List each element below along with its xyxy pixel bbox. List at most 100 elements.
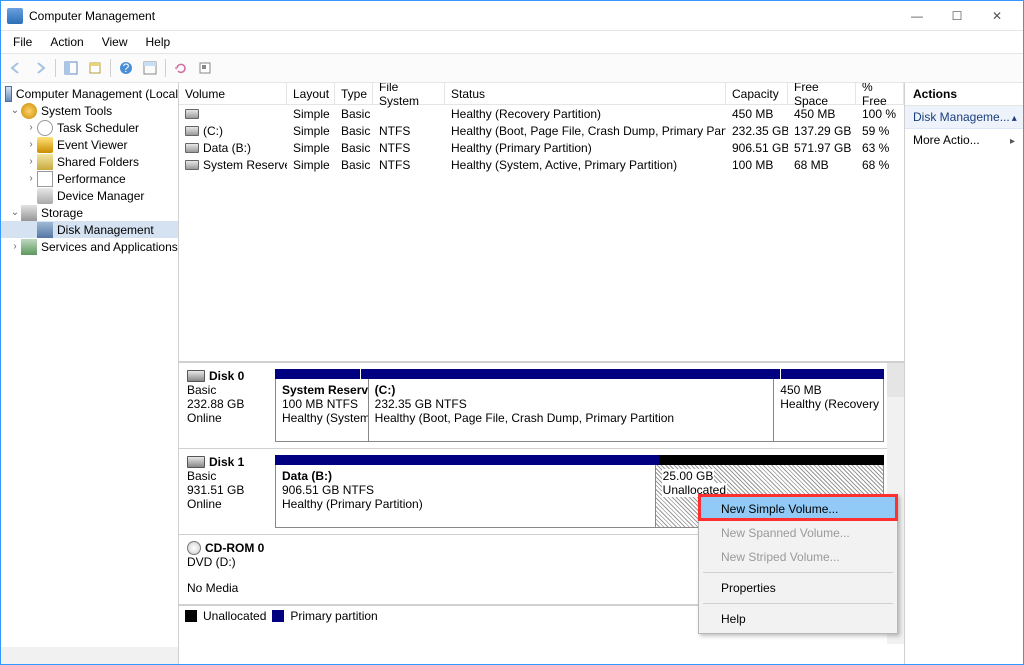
tree-root[interactable]: Computer Management (Local <box>1 85 178 102</box>
tree-disk-management[interactable]: Disk Management <box>1 221 178 238</box>
expand-icon[interactable]: › <box>25 156 37 167</box>
partition-c[interactable]: (C:)232.35 GB NTFSHealthy (Boot, Page Fi… <box>369 379 775 441</box>
part-name: Data (B:) <box>282 469 649 483</box>
close-button[interactable]: ✕ <box>977 2 1017 30</box>
disk-label[interactable]: Disk 0 Basic 232.88 GB Online <box>179 363 275 448</box>
tree-device-manager[interactable]: Device Manager <box>1 187 178 204</box>
horizontal-scrollbar[interactable] <box>1 647 178 664</box>
volume-icon <box>185 126 199 136</box>
col-type[interactable]: Type <box>335 83 373 104</box>
col-freespace[interactable]: Free Space <box>788 83 856 104</box>
expand-icon[interactable]: › <box>25 173 37 184</box>
tree-root-label: Computer Management (Local <box>16 87 178 101</box>
volume-row[interactable]: (C:)SimpleBasicNTFSHealthy (Boot, Page F… <box>179 122 904 139</box>
tree-event-viewer[interactable]: ›Event Viewer <box>1 136 178 153</box>
tree-label: Disk Management <box>57 223 154 237</box>
tree-label: Storage <box>41 206 83 220</box>
actions-more-label: More Actio... <box>913 133 980 147</box>
help-button[interactable]: ? <box>115 57 137 79</box>
menu-new-simple-volume[interactable]: New Simple Volume... <box>701 497 895 521</box>
show-hide-tree-button[interactable] <box>60 57 82 79</box>
expand-icon[interactable]: › <box>9 241 21 252</box>
part-status: Healthy (Recovery Partitio <box>780 397 877 411</box>
disk-icon <box>187 456 205 468</box>
volume-icon <box>185 143 199 153</box>
disk-label[interactable]: CD-ROM 0 DVD (D:) No Media <box>179 535 275 604</box>
performance-icon <box>37 171 53 187</box>
cell: Simple <box>287 124 335 138</box>
actions-more-link[interactable]: More Actio... <box>905 129 1023 151</box>
minimize-button[interactable]: — <box>897 2 937 30</box>
cell: NTFS <box>373 141 445 155</box>
col-layout[interactable]: Layout <box>287 83 335 104</box>
cell: Simple <box>287 158 335 172</box>
partition-recovery[interactable]: 450 MBHealthy (Recovery Partitio <box>774 379 883 441</box>
disk-status: Online <box>187 497 267 511</box>
toolbar-separator <box>165 59 166 77</box>
menu-file[interactable]: File <box>5 33 40 51</box>
partition-data-b[interactable]: Data (B:)906.51 GB NTFSHealthy (Primary … <box>276 465 656 527</box>
device-icon <box>37 188 53 204</box>
volume-row[interactable]: Data (B:)SimpleBasicNTFSHealthy (Primary… <box>179 139 904 156</box>
tree-services[interactable]: ›Services and Applications <box>1 238 178 255</box>
tree-shared-folders[interactable]: › Shared Folders <box>1 153 178 170</box>
volume-list-body: SimpleBasicHealthy (Recovery Partition)4… <box>179 105 904 173</box>
tree-performance[interactable]: › Performance <box>1 170 178 187</box>
volume-list: Volume Layout Type File System Status Ca… <box>179 83 904 363</box>
window-title: Computer Management <box>29 9 897 23</box>
legend-label: Primary partition <box>290 609 377 623</box>
menu-help[interactable]: Help <box>701 607 895 631</box>
menu-action[interactable]: Action <box>42 33 91 51</box>
cell: Healthy (Boot, Page File, Crash Dump, Pr… <box>445 124 726 138</box>
disk-label[interactable]: Disk 1 Basic 931.51 GB Online <box>179 449 275 534</box>
col-status[interactable]: Status <box>445 83 726 104</box>
cell: Basic <box>335 158 373 172</box>
volume-row[interactable]: System ReservedSimpleBasicNTFSHealthy (S… <box>179 156 904 173</box>
toolbar-separator <box>55 59 56 77</box>
volume-list-header: Volume Layout Type File System Status Ca… <box>179 83 904 105</box>
collapse-icon[interactable]: ⌄ <box>9 105 21 116</box>
refresh-button[interactable] <box>170 57 192 79</box>
settings-button[interactable] <box>194 57 216 79</box>
disk-icon <box>37 222 53 238</box>
menu-help[interactable]: Help <box>138 33 179 51</box>
disk-name: CD-ROM 0 <box>205 541 264 555</box>
col-pctfree[interactable]: % Free <box>856 83 904 104</box>
tree-system-tools[interactable]: ⌄System Tools <box>1 102 178 119</box>
toolbar: ? <box>1 53 1023 83</box>
expand-icon[interactable]: › <box>25 139 37 150</box>
cell: 450 MB <box>788 107 856 121</box>
actions-pane: Actions Disk Manageme... More Actio... <box>905 83 1023 664</box>
forward-button[interactable] <box>29 57 51 79</box>
cell: 100 MB <box>726 158 788 172</box>
cell: 232.35 GB <box>726 124 788 138</box>
col-capacity[interactable]: Capacity <box>726 83 788 104</box>
properties-button[interactable] <box>84 57 106 79</box>
menu-separator <box>703 603 893 604</box>
maximize-button[interactable]: ☐ <box>937 2 977 30</box>
col-filesystem[interactable]: File System <box>373 83 445 104</box>
menu-view[interactable]: View <box>94 33 136 51</box>
partition-system-reserved[interactable]: System Reserved100 MB NTFSHealthy (Syste… <box>276 379 369 441</box>
tree-task-scheduler[interactable]: ›Task Scheduler <box>1 119 178 136</box>
view-top-button[interactable] <box>139 57 161 79</box>
expand-icon[interactable]: › <box>25 122 37 133</box>
app-icon <box>7 8 23 24</box>
partition-band <box>780 369 884 379</box>
folder-icon <box>37 154 53 170</box>
collapse-icon[interactable]: ⌄ <box>9 207 21 218</box>
disk-status: No Media <box>187 581 267 595</box>
disk-size: 232.88 GB <box>187 397 267 411</box>
actions-section-disk-management[interactable]: Disk Manageme... <box>905 106 1023 129</box>
part-info: 232.35 GB NTFS <box>375 397 768 411</box>
tree-label: Shared Folders <box>57 155 139 169</box>
menu-properties[interactable]: Properties <box>701 576 895 600</box>
disk-type: Basic <box>187 383 267 397</box>
tree-storage[interactable]: ⌄ Storage <box>1 204 178 221</box>
back-button[interactable] <box>5 57 27 79</box>
col-volume[interactable]: Volume <box>179 83 287 104</box>
tree-label: Performance <box>57 172 126 186</box>
partition-band <box>360 369 780 379</box>
volume-row[interactable]: SimpleBasicHealthy (Recovery Partition)4… <box>179 105 904 122</box>
legend-swatch-primary <box>272 610 284 622</box>
